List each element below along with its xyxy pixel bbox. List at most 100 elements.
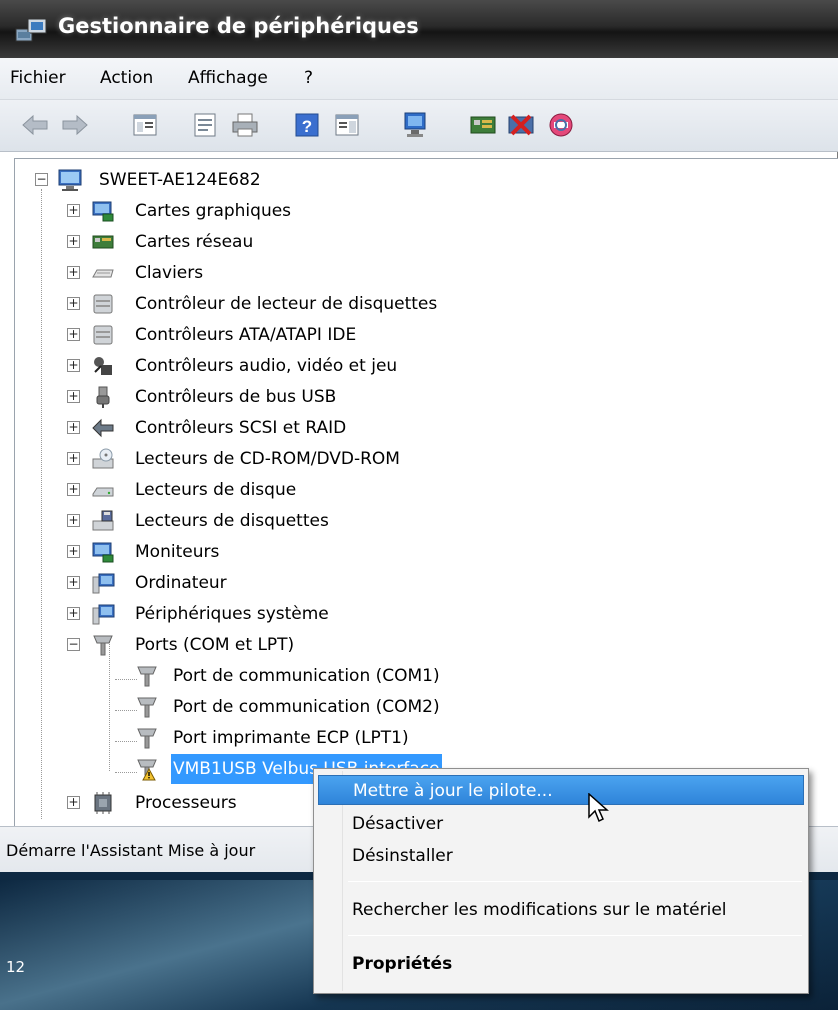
expand-toggle[interactable]: + <box>67 576 80 589</box>
tree-item-moniteurs[interactable]: + Moniteurs <box>15 537 715 567</box>
tree-item-label: Moniteurs <box>135 542 220 562</box>
context-menu: Mettre à jour le pilote... Désactiver Dé… <box>313 768 809 994</box>
tree-item-label: Port imprimante ECP (LPT1) <box>173 728 409 748</box>
expand-toggle[interactable]: + <box>67 235 80 248</box>
menu-bar: Fichier Action Affichage ? <box>0 58 838 100</box>
tree-item-lecteurs-disque[interactable]: + Lecteurs de disque <box>15 475 715 505</box>
tree-item-controleurs-usb[interactable]: + Contrôleurs de bus USB <box>15 382 715 412</box>
tree-item-com2[interactable]: Port de communication (COM2) <box>15 692 715 722</box>
update-driver-icon[interactable] <box>400 110 430 140</box>
context-menu-separator <box>348 881 802 882</box>
tree-item-label: Ports (COM et LPT) <box>135 635 295 655</box>
status-text: Démarre l'Assistant Mise à jour <box>6 841 256 860</box>
tree-item-label: Port de communication (COM2) <box>173 697 440 717</box>
floppy-drive-icon <box>91 509 115 533</box>
scan-hardware-icon[interactable] <box>468 110 498 140</box>
usb-icon <box>91 385 115 409</box>
menu-fichier[interactable]: Fichier <box>10 68 66 88</box>
disable-device-icon[interactable] <box>506 110 536 140</box>
tree-item-label: Lecteurs de disque <box>135 480 297 500</box>
context-menu-separator <box>348 935 802 936</box>
expand-toggle[interactable]: + <box>67 607 80 620</box>
warning-port-icon <box>135 757 159 781</box>
tree-root-label: SWEET-AE124E682 <box>99 170 261 190</box>
expand-toggle[interactable]: + <box>67 545 80 558</box>
expand-toggle[interactable]: + <box>67 390 80 403</box>
tree-item-label: Contrôleurs audio, vidéo et jeu <box>135 356 398 376</box>
menu-item-update-driver[interactable]: Mettre à jour le pilote... <box>318 775 804 805</box>
tree-item-lecteurs-cdrom[interactable]: + Lecteurs de CD-ROM/DVD-ROM <box>15 444 715 474</box>
tree-item-label: Contrôleurs ATA/ATAPI IDE <box>135 325 357 345</box>
port-connector-icon <box>135 695 159 719</box>
device-manager-icon <box>14 15 48 47</box>
tree-item-controleurs-audio[interactable]: + Contrôleurs audio, vidéo et jeu <box>15 351 715 381</box>
expand-toggle[interactable]: + <box>67 204 80 217</box>
toolbar: ? <box>0 100 838 152</box>
taskbar-clock-fragment: 12 <box>6 958 26 976</box>
tree-item-label: Claviers <box>135 263 204 283</box>
tree-item-controleurs-ata[interactable]: + Contrôleurs ATA/ATAPI IDE <box>15 320 715 350</box>
menu-item-disable[interactable]: Désactiver <box>318 809 804 839</box>
menu-item-properties[interactable]: Propriétés <box>318 949 804 979</box>
network-adapter-icon <box>91 230 115 254</box>
expand-toggle[interactable]: + <box>67 796 80 809</box>
tree-item-lpt1[interactable]: Port imprimante ECP (LPT1) <box>15 723 715 753</box>
collapse-toggle[interactable]: − <box>67 638 80 651</box>
scsi-icon <box>91 416 115 440</box>
tree-item-lecteurs-disquettes[interactable]: + Lecteurs de disquettes <box>15 506 715 536</box>
device-tree: − SWEET-AE124E682 + Cartes graphiques + … <box>14 158 838 828</box>
properties-icon[interactable] <box>190 110 220 140</box>
uninstall-device-icon[interactable] <box>546 110 576 140</box>
computer-icon <box>91 571 115 595</box>
tree-item-peripheriques-systeme[interactable]: + Périphériques système <box>15 599 715 629</box>
tree-item-com1[interactable]: Port de communication (COM1) <box>15 661 715 691</box>
menu-item-uninstall[interactable]: Désinstaller <box>318 841 804 871</box>
port-connector-icon <box>135 664 159 688</box>
menu-item-scan-hardware[interactable]: Rechercher les modifications sur le maté… <box>318 895 804 925</box>
show-hide-tree-icon[interactable] <box>130 110 160 140</box>
expand-toggle[interactable]: + <box>67 297 80 310</box>
tree-item-label: Contrôleurs SCSI et RAID <box>135 418 347 438</box>
tree-item-controleur-lecteur-disquettes[interactable]: + Contrôleur de lecteur de disquettes <box>15 289 715 319</box>
expand-toggle[interactable]: + <box>67 483 80 496</box>
tree-item-label: Lecteurs de disquettes <box>135 511 329 531</box>
tree-item-cartes-reseau[interactable]: + Cartes réseau <box>15 227 715 257</box>
menu-affichage[interactable]: Affichage <box>188 68 268 88</box>
expand-toggle[interactable]: + <box>67 359 80 372</box>
keyboard-icon <box>91 261 115 285</box>
expand-toggle[interactable]: + <box>67 452 80 465</box>
menu-action[interactable]: Action <box>100 68 153 88</box>
tree-item-label: Contrôleurs de bus USB <box>135 387 337 407</box>
collapse-toggle[interactable]: − <box>35 173 48 186</box>
tree-root-row[interactable]: − SWEET-AE124E682 <box>15 165 715 195</box>
forward-arrow-icon[interactable] <box>60 110 90 140</box>
tree-item-cartes-graphiques[interactable]: + Cartes graphiques <box>15 196 715 226</box>
tree-item-label: Lecteurs de CD-ROM/DVD-ROM <box>135 449 400 469</box>
expand-toggle[interactable]: + <box>67 514 80 527</box>
expand-toggle[interactable]: + <box>67 266 80 279</box>
title-bar[interactable]: Gestionnaire de périphériques <box>0 0 838 58</box>
print-icon[interactable] <box>230 110 260 140</box>
window-title: Gestionnaire de périphériques <box>58 14 419 38</box>
tree-item-ports[interactable]: − Ports (COM et LPT) <box>15 630 715 660</box>
tree-item-ordinateur[interactable]: + Ordinateur <box>15 568 715 598</box>
expand-toggle[interactable]: + <box>67 421 80 434</box>
tree-item-label: Cartes réseau <box>135 232 254 252</box>
svg-text:?: ? <box>302 117 312 136</box>
expand-toggle[interactable]: + <box>67 328 80 341</box>
port-connector-icon <box>91 633 115 657</box>
back-arrow-icon[interactable] <box>20 110 50 140</box>
tree-item-controleurs-scsi[interactable]: + Contrôleurs SCSI et RAID <box>15 413 715 443</box>
mouse-cursor-icon <box>588 792 610 829</box>
tree-item-label: Contrôleur de lecteur de disquettes <box>135 294 438 314</box>
action-pane-icon[interactable] <box>332 110 362 140</box>
tree-item-label: Port de communication (COM1) <box>173 666 440 686</box>
menu-help[interactable]: ? <box>304 68 313 88</box>
tree-item-label: Cartes graphiques <box>135 201 292 221</box>
monitor-icon <box>91 540 115 564</box>
port-connector-icon <box>135 726 159 750</box>
tree-item-claviers[interactable]: + Claviers <box>15 258 715 288</box>
floppy-controller-icon <box>91 292 115 316</box>
help-icon[interactable]: ? <box>292 110 322 140</box>
processor-icon <box>91 791 115 815</box>
